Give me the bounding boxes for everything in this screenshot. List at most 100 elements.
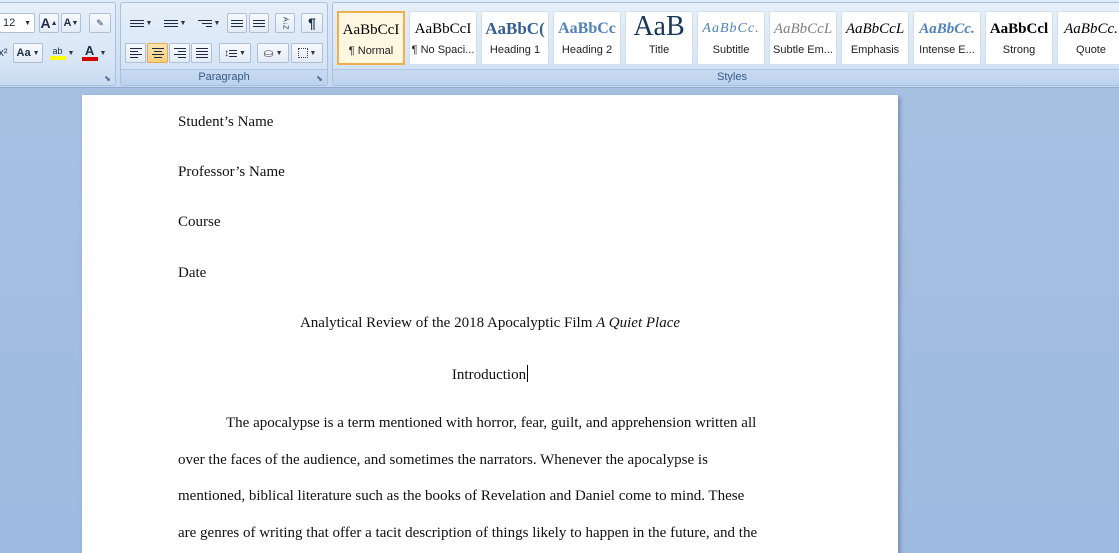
- pilcrow-icon: ¶: [308, 15, 316, 31]
- title-text: Analytical Review of the 2018 Apocalypti…: [299, 315, 597, 331]
- style-name: Heading 2: [561, 44, 613, 56]
- styles-group: AaBbCcI ¶ Normal AaBbCcI ¶ No Spaci... AaBbC…: [332, 2, 1119, 86]
- paragraph-dialog-launcher-icon[interactable]: ⬊: [315, 74, 324, 83]
- chevron-down-icon: ▼: [309, 49, 317, 57]
- style-preview: AaBbC(: [485, 19, 545, 38]
- style-name: Title: [648, 44, 670, 56]
- clear-formatting-icon: ✎: [96, 17, 104, 28]
- style-preview: AaBbCc: [558, 20, 616, 37]
- chevron-down-icon: ▼: [24, 19, 31, 27]
- style-preview: AaBbCcI: [414, 21, 472, 37]
- chevron-down-icon: ▼: [239, 49, 246, 57]
- shrink-font-icon: A: [63, 17, 72, 29]
- increase-indent-button[interactable]: [249, 13, 269, 33]
- align-left-button[interactable]: [125, 43, 146, 63]
- paragraph-line: mentioned, biblical literature such as t…: [178, 488, 745, 504]
- paragraph-group: ▼ ▼ ▼ A↓Z ¶ ↕ ▼ ⛀ ▼ ▼ Paragraph ⬊: [120, 2, 328, 86]
- font-size-value: 12: [3, 17, 16, 29]
- style-preview: AaBbCc.: [1064, 21, 1118, 37]
- text-caret: [527, 365, 529, 382]
- bullets-button[interactable]: ▼: [125, 13, 157, 33]
- style-item[interactable]: AaBbCcL Emphasis: [841, 11, 909, 65]
- style-name: Intense E...: [919, 44, 975, 56]
- font-color-button[interactable]: A ▼: [79, 43, 109, 63]
- multilevel-list-icon: [197, 19, 212, 27]
- borders-button[interactable]: ▼: [291, 43, 323, 63]
- sort-icon: A↓Z: [281, 16, 289, 30]
- justify-icon: [195, 48, 208, 58]
- shading-button[interactable]: ⛀ ▼: [257, 43, 289, 63]
- student-name-line: Student’s Name: [178, 114, 274, 130]
- font-color-swatch: [81, 57, 98, 61]
- line-spacing-button[interactable]: ↕ ▼: [219, 43, 251, 63]
- font-group: 12 ▼ A ▲ A ▼ ✎ x² Aa ▼ ab ▼ A ▼ ⬊: [0, 2, 116, 86]
- style-item[interactable]: AaBbCcl Strong: [985, 11, 1053, 65]
- grow-font-button[interactable]: A ▲: [39, 13, 59, 33]
- align-right-button[interactable]: [169, 43, 190, 63]
- style-item[interactable]: AaBbCcL Subtle Em...: [769, 11, 837, 65]
- show-hide-marks-button[interactable]: ¶: [301, 13, 323, 33]
- chevron-down-icon: ▼: [179, 19, 187, 27]
- chevron-down-icon: ▼: [213, 19, 221, 27]
- course-line: Course: [178, 214, 221, 230]
- superscript-button[interactable]: x²: [0, 43, 9, 63]
- align-right-icon: [173, 48, 186, 58]
- border-grid-icon: [297, 48, 308, 58]
- change-case-button[interactable]: Aa ▼: [13, 43, 43, 63]
- multilevel-list-button[interactable]: ▼: [193, 13, 225, 33]
- numbering-icon: [163, 19, 178, 27]
- style-name: Subtitle: [712, 44, 750, 56]
- highlight-button[interactable]: ab ▼: [47, 43, 77, 63]
- increase-indent-icon: [253, 19, 265, 27]
- decrease-indent-button[interactable]: [227, 13, 247, 33]
- style-name: Emphasis: [850, 44, 900, 56]
- style-item[interactable]: AaB Title: [625, 11, 693, 65]
- style-item[interactable]: AaBbCc. Quote: [1057, 11, 1119, 65]
- style-item[interactable]: AaBbCc Heading 2: [553, 11, 621, 65]
- style-item[interactable]: AaBbCcI ¶ No Spaci...: [409, 11, 477, 65]
- grow-font-icon: A: [40, 15, 51, 31]
- style-name: Quote: [1076, 44, 1106, 56]
- title-film: A Quiet Place: [596, 315, 681, 331]
- style-preview: AaB: [633, 12, 685, 42]
- chevron-down-icon: ▼: [145, 19, 153, 27]
- chevron-down-icon: ▼: [99, 49, 107, 57]
- font-size-combo[interactable]: 12 ▼: [0, 13, 35, 33]
- font-color-icon: A: [84, 43, 95, 58]
- style-item[interactable]: AaBbCcI ¶ Normal: [337, 11, 405, 65]
- style-preview: AaBbCc.: [702, 21, 760, 36]
- style-name: ¶ Normal: [348, 45, 394, 57]
- numbering-button[interactable]: ▼: [159, 13, 191, 33]
- font-dialog-launcher-icon[interactable]: ⬊: [103, 74, 112, 83]
- paragraph-line: are genres of writing that offer a tacit…: [178, 525, 758, 541]
- style-item[interactable]: AaBbC( Heading 1: [481, 11, 549, 65]
- highlight-color-swatch: [49, 55, 66, 60]
- justify-button[interactable]: [191, 43, 212, 63]
- professor-name-line: Professor’s Name: [178, 164, 285, 180]
- sort-button[interactable]: A↓Z: [275, 13, 295, 33]
- style-name: Subtle Em...: [773, 44, 833, 56]
- style-item[interactable]: AaBbCc. Subtitle: [697, 11, 765, 65]
- introduction-heading: Introduction: [82, 365, 898, 384]
- shrink-font-button[interactable]: A ▼: [61, 13, 81, 33]
- style-item[interactable]: AaBbCc. Intense E...: [913, 11, 981, 65]
- paragraph-group-label: Paragraph: [121, 69, 327, 85]
- bullets-icon: [129, 19, 144, 27]
- paragraph-line: The apocalypse is a term mentioned with …: [226, 415, 757, 431]
- document-page[interactable]: Student’s Name Professor’s Name Course D…: [82, 95, 898, 553]
- change-case-icon: Aa: [16, 47, 31, 59]
- style-preview: AaBbCcl: [989, 21, 1049, 37]
- clear-formatting-button[interactable]: ✎: [89, 13, 111, 33]
- style-preview: AaBbCcI: [342, 22, 400, 38]
- style-name: Heading 1: [489, 44, 541, 56]
- paint-bucket-icon: ⛀: [263, 46, 274, 60]
- style-preview: AaBbCc.: [919, 21, 975, 37]
- align-center-button[interactable]: [147, 43, 168, 63]
- align-center-icon: [151, 48, 164, 58]
- ribbon: 12 ▼ A ▲ A ▼ ✎ x² Aa ▼ ab ▼ A ▼ ⬊ ▼ ▼ ▼ …: [0, 0, 1119, 88]
- chevron-down-icon: ▼: [275, 49, 283, 57]
- superscript-icon: x²: [0, 47, 8, 59]
- align-left-icon: [129, 48, 142, 58]
- heading-text: Introduction: [451, 367, 527, 383]
- highlighter-icon: ab: [52, 45, 63, 56]
